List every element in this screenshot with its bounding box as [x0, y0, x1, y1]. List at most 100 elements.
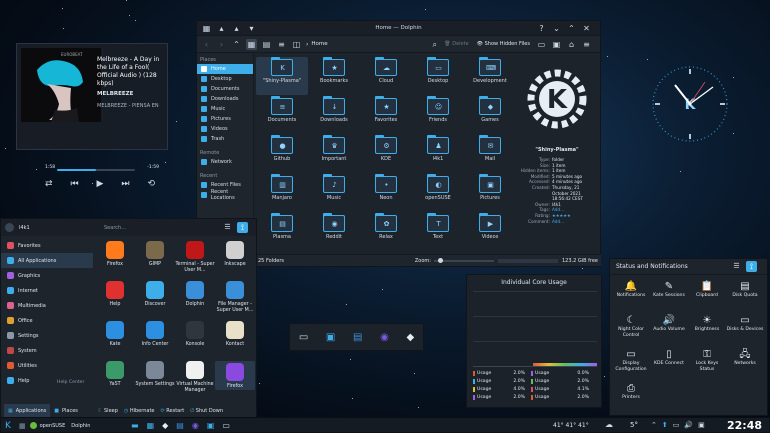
- delete-button[interactable]: 🗑 Delete: [444, 41, 468, 47]
- sleep-button[interactable]: ☾ Sleep: [98, 408, 118, 414]
- file-item[interactable]: ◆ Games: [464, 96, 516, 134]
- app-item[interactable]: Terminal - Super User M...: [175, 241, 215, 274]
- seek-bar[interactable]: [57, 169, 135, 171]
- dock-firefox-icon[interactable]: ◉: [380, 332, 389, 343]
- file-item[interactable]: ⌨ Development: [464, 57, 516, 95]
- file-item[interactable]: ♟ l4k1: [412, 135, 464, 173]
- home-icon[interactable]: ⌂: [566, 39, 577, 50]
- pin-launcher-icon[interactable]: ⟟: [237, 222, 248, 233]
- app-item[interactable]: Firefox: [95, 241, 135, 268]
- file-item[interactable]: ✉ Mail: [464, 135, 516, 173]
- file-item[interactable]: ✿ Relax: [360, 213, 412, 251]
- taskbar-dolphin-icon[interactable]: ▤: [176, 421, 184, 430]
- details-view-icon[interactable]: ≡: [276, 39, 287, 50]
- category-item[interactable]: Internet: [1, 283, 93, 298]
- sidebar-item[interactable]: Documents: [197, 84, 253, 94]
- file-item[interactable]: ☺ Friends: [412, 96, 464, 134]
- repeat-icon[interactable]: ⟲: [147, 179, 155, 189]
- file-item[interactable]: • Neon: [360, 174, 412, 212]
- clock[interactable]: 22:48: [727, 419, 762, 432]
- pager-icon[interactable]: ▦: [19, 422, 26, 430]
- sidebar-item[interactable]: Recent Locations: [197, 189, 253, 201]
- file-item[interactable]: ↓ Downloads: [308, 96, 360, 134]
- category-item[interactable]: Office: [1, 313, 93, 328]
- search-icon[interactable]: ⌕: [429, 39, 440, 50]
- back-icon[interactable]: ‹: [201, 39, 212, 50]
- file-item[interactable]: ☁ Cloud: [360, 57, 412, 95]
- file-item[interactable]: ● Github: [256, 135, 308, 173]
- tray-item[interactable]: 📋 Clipboard: [688, 281, 726, 299]
- hibernate-button[interactable]: ◷ Hibernate: [124, 408, 155, 414]
- app-item[interactable]: Firefox: [215, 361, 255, 390]
- tray-pin-icon[interactable]: ⟟: [746, 261, 757, 272]
- start-menu-icon[interactable]: K: [1, 421, 15, 431]
- open-terminal-icon[interactable]: ▣: [551, 39, 562, 50]
- tray-item[interactable]: ▤ Disk Quota: [726, 281, 764, 299]
- file-item[interactable]: ▣ Pictures: [464, 174, 516, 212]
- split-icon[interactable]: ◫: [291, 39, 302, 50]
- category-item[interactable]: Graphics: [1, 268, 93, 283]
- app-item[interactable]: Help: [95, 281, 135, 308]
- next-track-icon[interactable]: ⏭: [121, 179, 129, 189]
- shuffle-icon[interactable]: ⇄: [45, 179, 53, 189]
- tray-item[interactable]: 🖧 Networks: [726, 349, 764, 367]
- tray-item[interactable]: ⎙ Printers: [612, 383, 650, 401]
- category-item[interactable]: Utilities: [1, 358, 93, 373]
- shutdown-button[interactable]: ⏻ Shut Down: [190, 408, 223, 414]
- file-item[interactable]: ◐ openSUSE: [412, 174, 464, 212]
- restart-button[interactable]: ⟳ Restart: [160, 408, 184, 414]
- tray-clipboard-icon[interactable]: ▭: [673, 421, 680, 430]
- sidebar-item[interactable]: Home: [197, 64, 253, 74]
- tray-network-icon[interactable]: ▣: [698, 421, 705, 430]
- tray-item[interactable]: ✎ Kate Sessions: [650, 281, 688, 299]
- keep-above-icon[interactable]: ▴: [231, 23, 242, 34]
- taskbar-grid-icon[interactable]: ▦: [147, 421, 155, 430]
- tray-configure-icon[interactable]: ☰: [731, 261, 742, 272]
- compact-view-icon[interactable]: ▤: [261, 39, 272, 50]
- dock-terminal-icon[interactable]: ▭: [299, 332, 308, 343]
- file-item[interactable]: ▥ Manjaro: [256, 174, 308, 212]
- app-item[interactable]: Virtual Machine Manager: [175, 361, 215, 394]
- forward-icon[interactable]: ›: [216, 39, 227, 50]
- tray-item[interactable]: ☾ Night Color Control: [612, 315, 650, 339]
- taskbar-terminal-icon[interactable]: ▭: [222, 421, 230, 430]
- play-icon[interactable]: ▶: [97, 179, 104, 189]
- app-item[interactable]: File Manager - Super User M...: [215, 281, 255, 314]
- app-item[interactable]: Inkscape: [215, 241, 255, 268]
- taskbar-firefox-icon[interactable]: ◉: [192, 421, 199, 430]
- window-menu-icon[interactable]: ▦: [201, 23, 212, 34]
- dock-inkscape-icon[interactable]: ◆: [406, 332, 414, 343]
- category-item[interactable]: All Applications: [1, 253, 93, 268]
- file-item[interactable]: K "Shiny-Plasma": [256, 57, 308, 95]
- file-item[interactable]: ≡ Documents: [256, 96, 308, 134]
- tray-item[interactable]: ▭ Disks & Devices: [726, 315, 764, 333]
- zoom-slider[interactable]: [433, 257, 494, 263]
- tray-item[interactable]: ▯ KDE Connect: [650, 349, 688, 367]
- dock-discover-icon[interactable]: ▣: [326, 332, 335, 343]
- taskbar-inkscape-icon[interactable]: ◆: [162, 421, 168, 430]
- file-item[interactable]: ♛ Important: [308, 135, 360, 173]
- tab-places[interactable]: ■ Places: [50, 404, 82, 418]
- app-item[interactable]: Kontact: [215, 321, 255, 348]
- sidebar-item[interactable]: Downloads: [197, 94, 253, 104]
- tray-item[interactable]: 🔔 Notifications: [612, 281, 650, 299]
- show-hidden-files-button[interactable]: 👁 Show Hidden Files: [477, 41, 530, 47]
- terminal-icon[interactable]: ▭: [536, 39, 547, 50]
- sidebar-item[interactable]: Trash: [197, 134, 253, 144]
- sidebar-item[interactable]: Videos: [197, 124, 253, 134]
- file-item[interactable]: ▶ Videos: [464, 213, 516, 251]
- app-item[interactable]: System Settings: [135, 361, 175, 388]
- tray-volume-icon[interactable]: 🔊: [684, 421, 693, 430]
- close-icon[interactable]: ✕: [581, 23, 592, 34]
- pin-icon[interactable]: ▴: [216, 23, 227, 34]
- minimize-icon[interactable]: ⌄: [551, 23, 562, 34]
- file-item[interactable]: ⚙ KDE: [360, 135, 412, 173]
- category-item[interactable]: Multimedia: [1, 298, 93, 313]
- info-value[interactable]: Add...: [552, 219, 564, 225]
- taskbar-overview-icon[interactable]: ▬: [131, 421, 139, 430]
- tray-item[interactable]: ⚿ Lock Keys Status: [688, 349, 726, 373]
- task-opensuse[interactable]: openSUSE: [29, 422, 65, 429]
- app-item[interactable]: Info Center: [135, 321, 175, 348]
- icons-view-icon[interactable]: ▦: [246, 38, 257, 50]
- category-item[interactable]: System: [1, 343, 93, 358]
